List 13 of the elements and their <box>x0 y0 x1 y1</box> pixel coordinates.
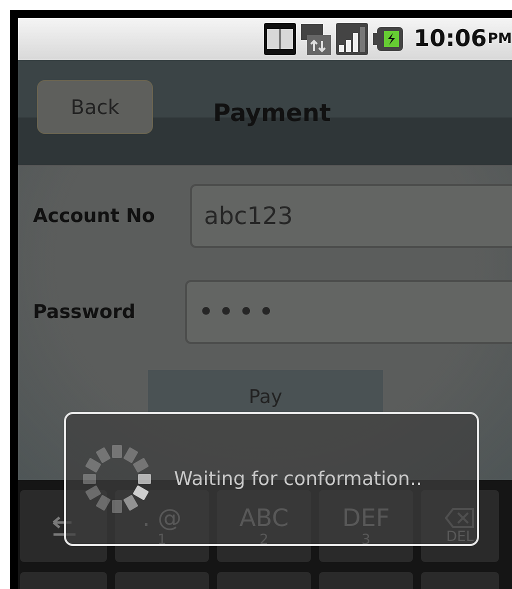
network-3g-icon <box>300 23 331 55</box>
password-field[interactable]: •••• <box>185 280 512 344</box>
signal-bars-icon <box>336 23 368 55</box>
time-period: PM <box>488 31 512 47</box>
field-label: Password <box>33 301 136 323</box>
dialog-message: Waiting for conformation.. <box>174 468 422 490</box>
field-label: Account No <box>33 205 156 227</box>
keyboard-mode-icon <box>264 23 296 55</box>
status-time: 10:06 <box>414 26 485 52</box>
back-button[interactable]: Back <box>37 80 153 134</box>
loading-spinner-icon <box>80 442 154 516</box>
account-field[interactable]: abc123 <box>190 184 512 248</box>
battery-charging-icon <box>372 27 403 51</box>
